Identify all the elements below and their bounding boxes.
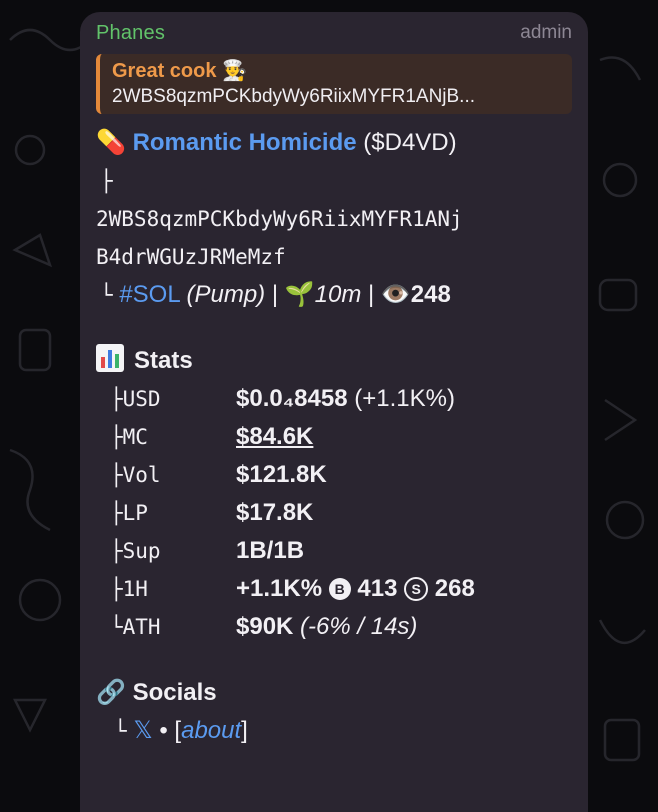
market-cap-link[interactable]: $84.6K (236, 418, 313, 456)
stats-key: ├USD (110, 387, 161, 411)
reply-text: 2WBS8qzmPCKbdyWy6RiixMYFR1ANjB... (112, 86, 476, 107)
view-count: 248 (410, 281, 451, 308)
token-meta-line: └ #SOL (Pump) | 🌱10m | 👁️248 (96, 276, 572, 314)
stats-title: Stats (134, 347, 193, 374)
ath-value: $90K (236, 613, 294, 640)
tree-end-glyph: └ (114, 719, 127, 743)
stats-row-vol: ├Vol $121.8K (96, 456, 572, 494)
bracket-close: ] (241, 717, 248, 744)
stats-heading: Stats (96, 342, 572, 380)
message-header: Phanes admin (96, 12, 572, 54)
reply-author: Great cook 👨‍🍳 (112, 60, 247, 82)
token-title-line: 💊 Romantic Homicide ($D4VD) (96, 124, 572, 162)
stats-row-sup: ├Sup 1B/1B (96, 532, 572, 570)
stats-key: ├Sup (110, 539, 161, 563)
bullet-separator: • (159, 717, 168, 744)
seedling-icon: 🌱 (284, 281, 315, 308)
chain-hashtag-link[interactable]: #SOL (119, 281, 179, 308)
stats-key: └ATH (110, 615, 161, 639)
stats-key: ├Vol (110, 463, 161, 487)
sells-count: 268 (434, 575, 475, 602)
buys-count: 413 (357, 575, 398, 602)
token-name-link[interactable]: Romantic Homicide (133, 129, 357, 156)
contract-address-line2[interactable]: B4drWGUzJRMeMzf (96, 238, 572, 276)
stats-row-lp: ├LP $17.8K (96, 494, 572, 532)
separator: | (368, 281, 375, 308)
socials-title: Socials (132, 679, 217, 706)
volume-value: $121.8K (236, 461, 327, 488)
about-link[interactable]: about (181, 717, 241, 744)
stats-row-mc: ├MC $84.6K (96, 418, 572, 456)
eye-icon: 👁️ (380, 281, 411, 308)
pill-icon: 💊 (96, 129, 126, 156)
stats-key: ├LP (110, 501, 148, 525)
tree-end-glyph: └ (100, 283, 113, 307)
link-icon: 🔗 (96, 679, 126, 706)
admin-badge: admin (520, 22, 572, 43)
separator: | (271, 281, 279, 308)
message-body: 💊 Romantic Homicide ($D4VD) ├ 2WBS8qzmPC… (96, 124, 572, 750)
x-link[interactable]: 𝕏 (133, 717, 152, 744)
stats-row-ath: └ATH $90K (-6% / 14s) (96, 608, 572, 646)
price-change: (+1.1K%) (354, 385, 455, 412)
token-ticker: ($D4VD) (363, 129, 457, 156)
price-usd: $0.0₄8458 (236, 385, 348, 412)
sender-name[interactable]: Phanes (96, 22, 165, 45)
socials-links: └ 𝕏 • [about] (96, 712, 572, 750)
tree-mid-glyph: ├ (100, 169, 113, 193)
token-age: 10m (314, 281, 362, 308)
supply-value: 1B/1B (236, 537, 305, 564)
stats-key: ├1H (110, 577, 148, 601)
ath-detail: (-6% / 14s) (300, 613, 418, 640)
stats-key: ├MC (110, 425, 148, 449)
contract-address-line1[interactable]: 2WBS8qzmPCKbdyWy6RiixMYFR1ANj (96, 200, 572, 238)
socials-heading: 🔗 Socials (96, 674, 572, 712)
buys-icon: B (328, 578, 351, 600)
liquidity-value: $17.8K (236, 499, 314, 526)
bar-chart-icon (96, 344, 124, 372)
stats-row-usd: ├USD $0.0₄8458 (+1.1K%) (96, 380, 572, 418)
platform-label: (Pump) (186, 281, 266, 308)
tree-branch: ├ (96, 162, 572, 200)
reply-quote[interactable]: Great cook 👨‍🍳 2WBS8qzmPCKbdyWy6RiixMYFR… (96, 54, 572, 114)
message-bubble[interactable]: Phanes admin Great cook 👨‍🍳 2WBS8qzmPCKb… (80, 12, 588, 812)
sells-icon: S (404, 577, 429, 601)
stats-row-1h: ├1H +1.1K% B 413 S 268 (96, 570, 572, 608)
hour-change: +1.1K% (236, 575, 323, 602)
